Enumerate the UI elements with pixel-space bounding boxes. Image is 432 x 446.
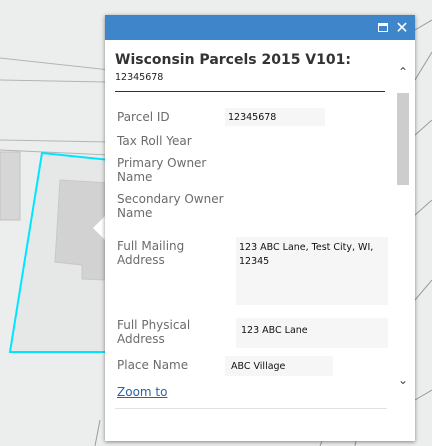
- field-label-parcel-id: Parcel ID: [117, 110, 170, 124]
- scroll-down-icon[interactable]: ⌄: [396, 373, 410, 387]
- field-label-primary-owner: Primary Owner Name: [117, 156, 207, 184]
- popup-titlebar: ✕: [105, 15, 415, 40]
- zoom-to-link[interactable]: Zoom to: [117, 385, 167, 399]
- field-value-mailing-address: 123 ABC Lane, Test City, WI, 12345: [239, 242, 374, 267]
- popup-header: Wisconsin Parcels 2015 V101: 12345678: [115, 51, 385, 84]
- close-icon[interactable]: ✕: [393, 15, 411, 40]
- field-value-physical-address: 123 ABC Lane: [241, 325, 308, 336]
- popup-pointer: [93, 216, 105, 240]
- field-value-place-name: ABC Village: [231, 361, 286, 372]
- feature-popup: ✕ Wisconsin Parcels 2015 V101: 12345678 …: [105, 15, 415, 441]
- field-label-secondary-owner: Secondary Owner Name: [117, 192, 224, 220]
- field-label-place-name: Place Name: [117, 358, 189, 372]
- maximize-icon[interactable]: [374, 15, 392, 40]
- scroll-up-icon[interactable]: ⌃: [396, 65, 410, 79]
- field-label-physical-address: Full Physical Address: [117, 318, 191, 346]
- actions-divider: [115, 408, 387, 409]
- popup-title-value: 12345678: [115, 72, 164, 83]
- field-label-mailing-address: Full Mailing Address: [117, 239, 185, 267]
- field-label-tax-roll-year: Tax Roll Year: [117, 134, 192, 148]
- field-value-parcel-id: 12345678: [228, 112, 277, 123]
- header-divider: [115, 91, 385, 92]
- scrollbar-thumb[interactable]: [397, 93, 409, 185]
- popup-title: Wisconsin Parcels 2015 V101:: [115, 52, 351, 68]
